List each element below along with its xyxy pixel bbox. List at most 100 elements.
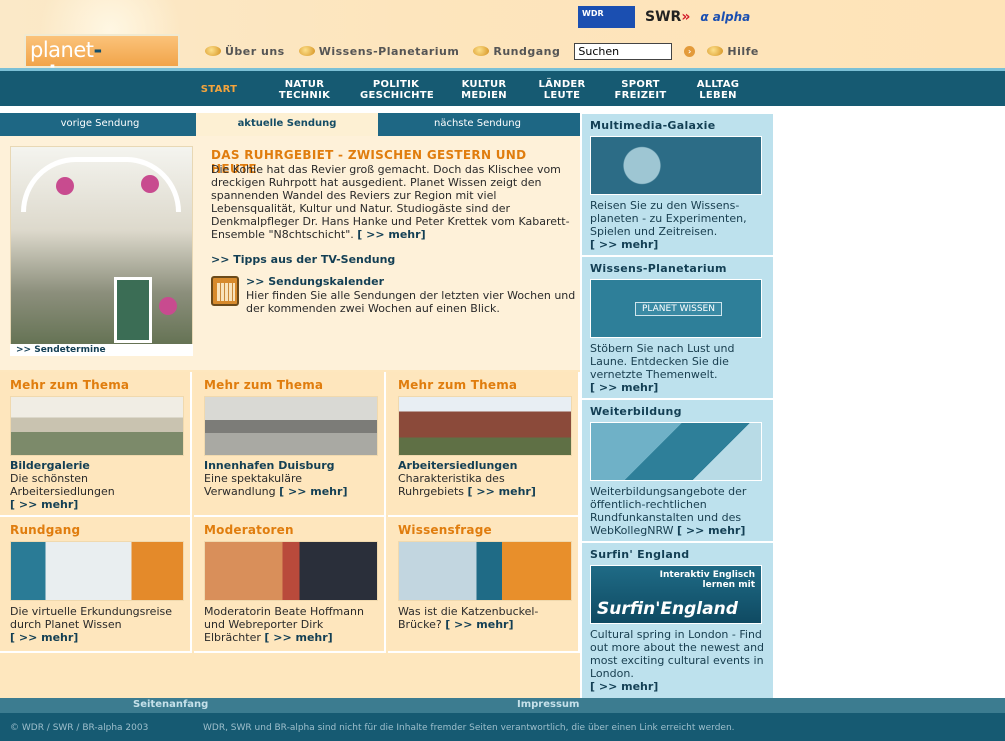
swr-logo[interactable]: SWR» (645, 9, 690, 25)
sidebar-title[interactable]: Wissens-Planetarium (590, 262, 765, 275)
card-heading: Mehr zum Thema (398, 378, 518, 392)
sidebar-surfin-england: Surfin' England Interaktiv Englisch lerne… (582, 543, 773, 698)
card-desc: Eine spektakuläre Verwandlung [ >> mehr] (204, 472, 374, 498)
surfin-england-logo: Surfin'England (597, 599, 738, 619)
flower-shape (141, 175, 159, 193)
nav-kultur-medien[interactable]: KULTUR MEDIEN (458, 79, 510, 101)
card-image[interactable] (398, 541, 572, 601)
card-desc: Die virtuelle Erkundungsreise durch Plan… (10, 605, 172, 631)
impressum-link[interactable]: Impressum (517, 699, 579, 710)
planet-wissen-logo[interactable]: planet-wissen (24, 34, 180, 86)
nav-natur-technik[interactable]: NATUR TECHNIK (277, 79, 332, 101)
nav-label-2: GESCHICHTE (360, 90, 435, 101)
card-image[interactable] (10, 541, 184, 601)
sidebar-multimedia-galaxie: Multimedia-Galaxie Reisen Sie zu den Wis… (582, 114, 773, 255)
card-image[interactable] (204, 541, 378, 601)
br-alpha-logo[interactable]: α alpha (700, 10, 750, 24)
sidebar-title[interactable]: Surfin' England (590, 548, 765, 561)
tab-naechste-sendung[interactable]: nächste Sendung (375, 113, 580, 136)
card-more-link[interactable]: [ >> mehr] (279, 485, 347, 498)
topnav-label: Über uns (225, 44, 285, 58)
logo-text-planet: planet (30, 38, 94, 62)
sidebar-text: Reisen Sie zu den Wissens-planeten - zu … (590, 199, 747, 238)
nav-label-1: ALLTAG (696, 79, 740, 90)
nav-label-2: LEBEN (699, 90, 737, 101)
nav-politik-geschichte[interactable]: POLITIK GESCHICHTE (360, 79, 435, 101)
seitenanfang-link[interactable]: Seitenanfang (133, 699, 208, 710)
main-navigation: START NATUR TECHNIK POLITIK GESCHICHTE KUL… (0, 68, 1005, 106)
nav-label-1: SPORT (621, 79, 660, 90)
topnav-wissens-planetarium[interactable]: Wissens-Planetarium (298, 44, 460, 58)
nav-start[interactable]: START (200, 84, 238, 95)
sidebar-more-link[interactable]: [ >> mehr] (677, 524, 745, 537)
card-desc: Moderatorin Beate Hoffmann und Webreport… (204, 605, 374, 644)
galaxy-image[interactable] (590, 136, 762, 195)
sidebar-title[interactable]: Weiterbildung (590, 405, 765, 418)
copyright-text: © WDR / SWR / BR-alpha 2003 (10, 723, 149, 733)
sidebar-more-link[interactable]: [ >> mehr] (590, 381, 658, 394)
wdr-logo[interactable]: WDR (578, 6, 635, 28)
calendar-icon[interactable] (211, 276, 239, 306)
topnav-rundgang[interactable]: Rundgang (473, 45, 560, 58)
flower-shape (56, 177, 74, 195)
card-more-link[interactable]: [ >> mehr] (468, 485, 536, 498)
sidebar-title[interactable]: Multimedia-Galaxie (590, 119, 765, 132)
surfin-england-image[interactable]: Interaktiv Englisch lernen mit Surfin'Eng… (590, 565, 762, 624)
sidebar-text: Cultural spring in London - Find out mor… (590, 628, 765, 680)
tagline-line-1: Interaktiv Englisch (659, 570, 755, 580)
feature-teaser: Die Kohle hat das Revier groß gemacht. D… (211, 163, 571, 241)
card-title[interactable]: Bildergalerie (10, 459, 180, 472)
card-desc: Die schönsten Arbeitersiedlungen (10, 472, 115, 498)
tab-vorige-sendung[interactable]: vorige Sendung (0, 113, 200, 136)
card-more-link[interactable]: [ >> mehr] (10, 631, 78, 644)
card-heading: Mehr zum Thema (10, 378, 130, 392)
search-input[interactable] (574, 42, 673, 60)
nav-label-2: LEUTE (543, 90, 581, 101)
nav-label-2: MEDIEN (461, 90, 507, 101)
tab-aktuelle-sendung[interactable]: aktuelle Sendung (196, 113, 378, 136)
card-image[interactable] (398, 396, 572, 456)
partner-logos: WDR SWR» α alpha (578, 6, 750, 28)
teaser-more-link[interactable]: [ >> mehr] (357, 228, 425, 241)
sidebar-wissens-planetarium: Wissens-Planetarium PLANET WISSEN Stöber… (582, 257, 773, 398)
search-go-button[interactable]: › (684, 45, 696, 57)
weiterbildung-image[interactable] (590, 422, 762, 481)
topnav-label: Wissens-Planetarium (318, 44, 460, 58)
sendungskalender-text: Hier finden Sie alle Sendungen der letzt… (246, 289, 576, 315)
card-image[interactable] (204, 396, 378, 456)
topnav-label: Rundgang (493, 44, 561, 58)
card-desc: Was ist die Katzenbuckel-Brücke? [ >> me… (398, 605, 568, 631)
sendetermine-link[interactable]: >> Sendetermine (10, 344, 193, 356)
tipps-link[interactable]: >> Tipps aus der TV-Sendung (211, 253, 395, 266)
sidebar-more-link[interactable]: [ >> mehr] (590, 680, 658, 693)
card-more-link[interactable]: [ >> mehr] (264, 631, 332, 644)
right-margin (773, 106, 1005, 698)
nav-laender-leute[interactable]: LÄNDER LEUTE (536, 79, 588, 101)
calendar-grid (217, 283, 235, 301)
topnav-hilfe[interactable]: Hilfe (707, 45, 759, 58)
tagline-line-2: lernen mit (702, 580, 755, 590)
card-more-link[interactable]: [ >> mehr] (10, 498, 78, 511)
sidebar-more-link[interactable]: [ >> mehr] (590, 238, 658, 251)
nav-label-1: LÄNDER (538, 79, 586, 90)
card-bildergalerie: Mehr zum Thema Bildergalerie Die schönst… (0, 372, 192, 517)
feature-photo[interactable] (10, 146, 193, 356)
topnav-ueber-uns[interactable]: Über uns (205, 45, 285, 58)
card-innenhafen-duisburg: Mehr zum Thema Innenhafen Duisburg Eine … (194, 372, 386, 517)
planetarium-image[interactable]: PLANET WISSEN (590, 279, 762, 338)
sidebar-text: Weiterbildungsangebote der öffentlich-re… (590, 485, 765, 537)
flower-shape (159, 297, 177, 315)
card-image[interactable] (10, 396, 184, 456)
card-more-link[interactable]: [ >> mehr] (445, 618, 513, 631)
card-desc: Charakteristika des Ruhrgebiets [ >> meh… (398, 472, 568, 498)
swr-logo-text: SWR (645, 9, 682, 25)
nav-sport-freizeit[interactable]: SPORT FREIZEIT (613, 79, 668, 101)
card-heading: Mehr zum Thema (204, 378, 324, 392)
nav-label-1: KULTUR (461, 79, 507, 90)
card-title[interactable]: Innenhafen Duisburg (204, 459, 374, 472)
sendungskalender-link[interactable]: >> Sendungskalender (246, 275, 384, 288)
nav-alltag-leben[interactable]: ALLTAG LEBEN (693, 79, 743, 101)
broadcast-tabs: vorige Sendung nächste Sendung aktuelle … (0, 113, 580, 136)
card-title[interactable]: Arbeitersiedlungen (398, 459, 568, 472)
card-heading: Moderatoren (204, 523, 294, 537)
